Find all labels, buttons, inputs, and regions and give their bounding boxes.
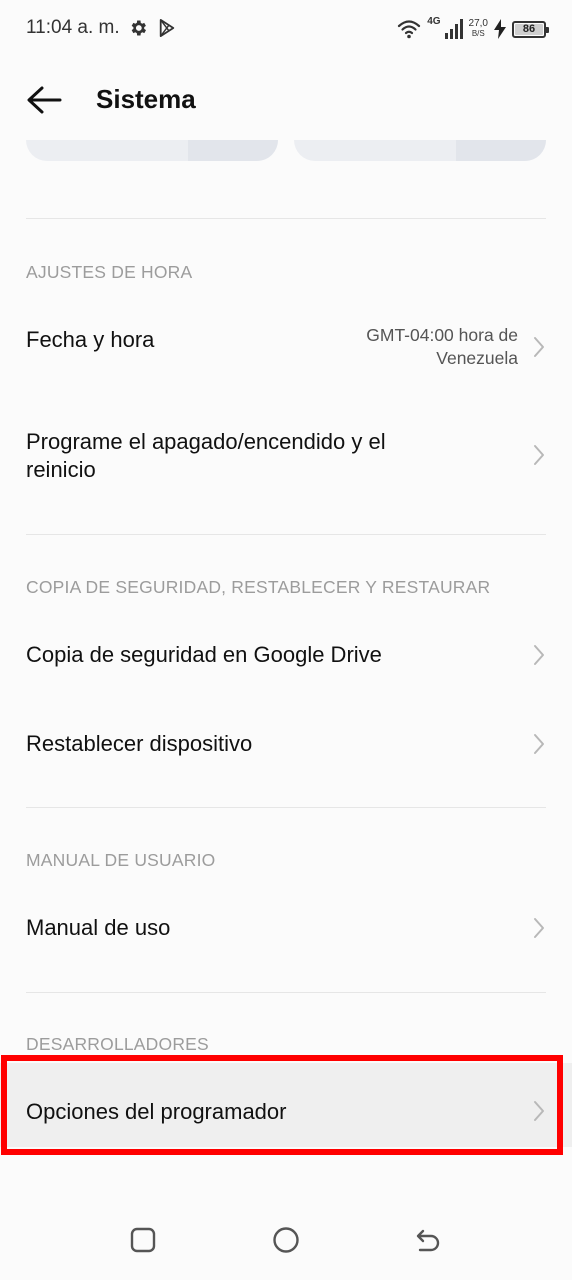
status-bar: 11:04 a. m. 4G 27,0 B/S 86: [0, 0, 572, 58]
play-store-icon: [159, 19, 175, 37]
list-item-schedule-power[interactable]: Programe el apagado/encendido y el reini…: [0, 396, 572, 516]
chevron-right-icon: [534, 445, 544, 465]
back-return-icon: [416, 1229, 440, 1252]
list-item-title: Fecha y hora: [26, 327, 155, 352]
back-nav-button[interactable]: [413, 1225, 443, 1255]
list-item-title: Manual de uso: [26, 915, 171, 940]
list-item-title: Copia de seguridad en Google Drive: [26, 642, 382, 667]
chevron-right-icon: [534, 1101, 544, 1121]
list-item-google-drive-backup[interactable]: Copia de seguridad en Google Drive: [0, 612, 572, 698]
data-rate: 27,0 B/S: [469, 19, 488, 39]
divider: [26, 992, 546, 993]
section-header-developers: DESARROLLADORES: [26, 1034, 209, 1054]
list-item-developer-options[interactable]: Opciones del programador: [0, 1063, 572, 1147]
status-time: 11:04 a. m.: [26, 17, 120, 38]
battery-icon: 86: [512, 20, 549, 38]
section-header-time: AJUSTES DE HORA: [26, 262, 193, 282]
chevron-right-icon: [534, 734, 544, 754]
list-item-user-manual[interactable]: Manual de uso: [0, 886, 572, 972]
gear-icon: [131, 20, 146, 36]
chevron-right-icon: [534, 337, 544, 357]
title-line-1: Programe el apagado/encendido y el: [26, 429, 386, 454]
quick-card-right[interactable]: [294, 140, 546, 161]
quick-card-left[interactable]: [26, 140, 278, 161]
list-item-value: GMT-04:00 hora de Venezuela: [366, 324, 518, 370]
value-line-1: GMT-04:00 hora de: [366, 325, 518, 345]
page-title: Sistema: [96, 84, 196, 114]
data-rate-unit: B/S: [471, 29, 485, 38]
section-header-backup: COPIA DE SEGURIDAD, RESTABLECER Y RESTAU…: [26, 577, 491, 597]
signal-icon: [444, 19, 463, 39]
recents-square-icon: [130, 1227, 156, 1253]
list-item-title: Programe el apagado/encendido y el reini…: [26, 428, 386, 484]
divider: [26, 218, 546, 219]
divider: [26, 807, 546, 808]
home-button[interactable]: [271, 1225, 301, 1255]
network-type-label: 4G: [427, 16, 441, 27]
app-header: Sistema: [0, 60, 572, 140]
recents-button[interactable]: [128, 1225, 158, 1255]
list-item-title: Opciones del programador: [26, 1099, 287, 1124]
arrow-left-icon: [27, 86, 62, 114]
list-item-title: Restablecer dispositivo: [26, 731, 253, 756]
divider: [26, 534, 546, 535]
back-button[interactable]: [22, 80, 66, 120]
home-circle-icon: [273, 1227, 299, 1253]
battery-level: 86: [522, 23, 536, 35]
charging-bolt-icon: [494, 19, 506, 39]
section-header-manual: MANUAL DE USUARIO: [26, 850, 216, 870]
chevron-right-icon: [534, 645, 544, 665]
navigation-bar: [0, 1195, 572, 1280]
wifi-icon: [398, 20, 421, 39]
list-item-reset-device[interactable]: Restablecer dispositivo: [0, 700, 572, 786]
data-rate-value: 27,0: [468, 18, 488, 29]
chevron-right-icon: [534, 918, 544, 938]
value-line-2: Venezuela: [436, 348, 518, 368]
title-line-2: reinicio: [26, 457, 96, 482]
list-item-date-time[interactable]: Fecha y hora GMT-04:00 hora de Venezuela: [0, 300, 572, 386]
